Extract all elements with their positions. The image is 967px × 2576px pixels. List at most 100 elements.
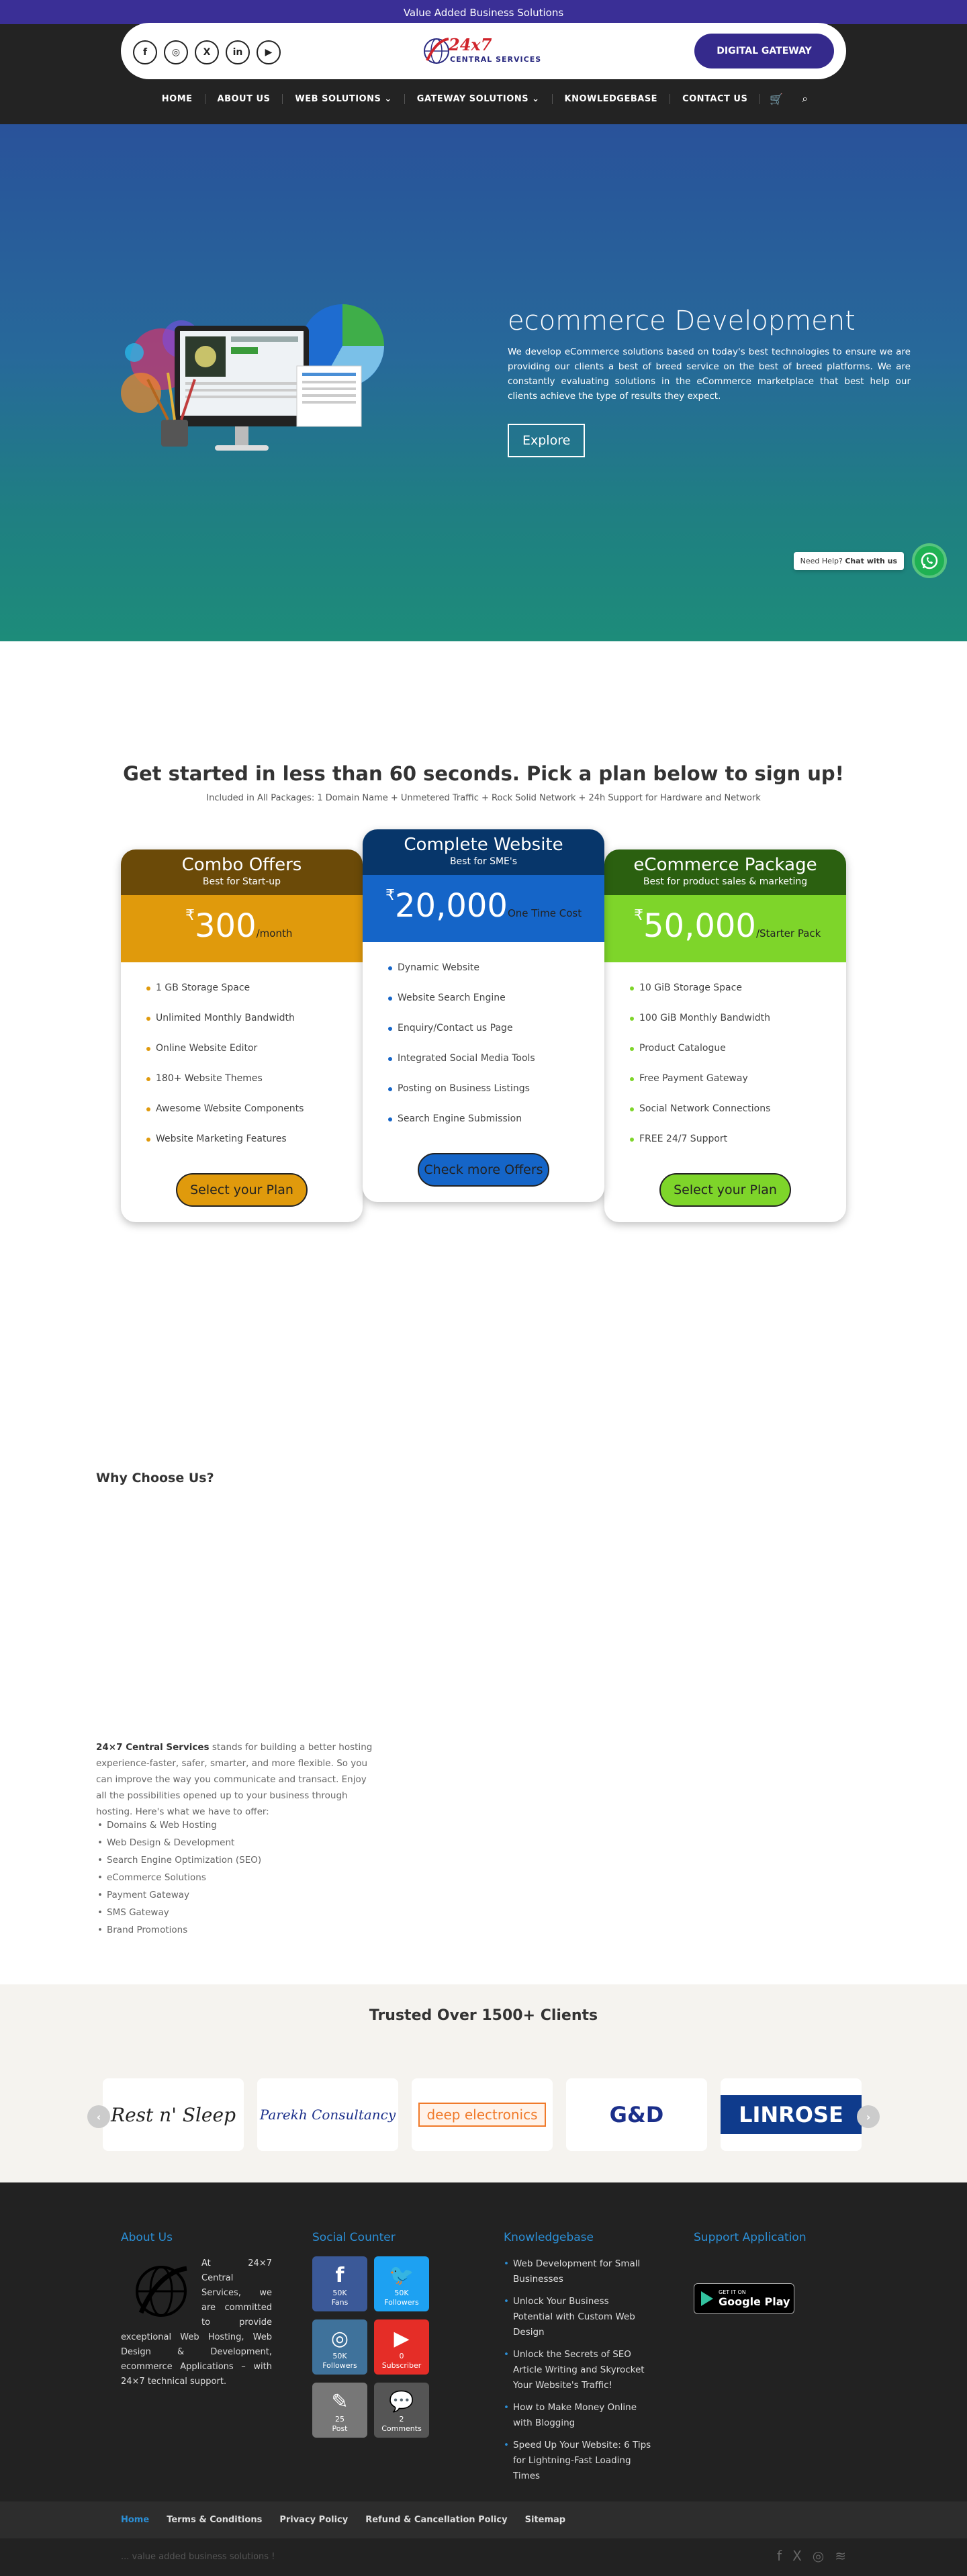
- select-plan-button[interactable]: Select your Plan: [659, 1173, 791, 1207]
- google-play-badge[interactable]: GET IT ON Google Play: [694, 2283, 794, 2314]
- plan-feature: Integrated Social Media Tools: [388, 1053, 604, 1083]
- footer-menu-bar: Home Terms & Conditions Privacy Policy R…: [0, 2501, 967, 2538]
- plan-tagline: Best for SME's: [449, 856, 518, 867]
- services-list: Domains & Web Hosting Web Design & Devel…: [96, 1820, 261, 1942]
- check-more-offers-button[interactable]: Check more Offers: [418, 1153, 549, 1187]
- x-icon[interactable]: X: [792, 2548, 802, 2564]
- footer-link-privacy[interactable]: Privacy Policy: [279, 2515, 348, 2525]
- service-item: Brand Promotions: [96, 1925, 261, 1942]
- footer-link-sitemap[interactable]: Sitemap: [525, 2515, 565, 2525]
- knowledgebase-link[interactable]: Unlock Your Business Potential with Cust…: [504, 2294, 651, 2340]
- counter-facebook[interactable]: f 50K Fans: [312, 2256, 367, 2311]
- linkedin-icon[interactable]: in: [226, 40, 250, 64]
- carousel-next-icon[interactable]: ›: [857, 2105, 880, 2128]
- counter-posts[interactable]: ✎ 25 Post: [312, 2383, 367, 2438]
- clients-title: Trusted Over 1500+ Clients: [369, 2007, 598, 2024]
- client-logo-text: G&D: [609, 2102, 664, 2127]
- client-logo-carousel: Rest n' Sleep Parekh Consultancy deep el…: [103, 2078, 862, 2151]
- why-intro: 24×7 Central Services stands for buildin…: [96, 1739, 378, 1820]
- knowledgebase-link[interactable]: Speed Up Your Website: 6 Tips for Lightn…: [504, 2438, 651, 2484]
- plan-header: Complete Website Best for SME's: [363, 829, 604, 875]
- footer-link-home[interactable]: Home: [121, 2515, 149, 2525]
- pricing-title: Get started in less than 60 seconds. Pic…: [123, 762, 844, 785]
- instagram-icon[interactable]: ◎: [164, 40, 188, 64]
- nav-gateway-solutions[interactable]: GATEWAY SOLUTIONS ⌄: [405, 93, 553, 104]
- footer-bottom-bar: ... value added business solutions ! f X…: [0, 2538, 967, 2576]
- search-icon[interactable]: ⌕: [792, 92, 817, 105]
- plan-feature: Dynamic Website: [388, 962, 604, 993]
- client-logo-gd-logistics[interactable]: G&D: [566, 2078, 707, 2151]
- chat-prefix: Need Help?: [800, 557, 843, 565]
- post-icon: ✎: [331, 2390, 349, 2413]
- client-logo-linrose[interactable]: LINROSE: [721, 2078, 862, 2151]
- nav-contact-us[interactable]: CONTACT US: [670, 93, 761, 104]
- plan-feature: Website Marketing Features: [146, 1134, 363, 1164]
- comments-icon: 💬: [389, 2390, 414, 2413]
- plan-card-ecommerce-package: eCommerce Package Best for product sales…: [604, 849, 846, 1222]
- nav-about-us[interactable]: ABOUT US: [205, 93, 283, 104]
- social-counter-grid: f 50K Fans 🐦 50K Followers ◎ 50K Followe…: [312, 2256, 429, 2438]
- counter-count: 2: [399, 2415, 404, 2424]
- explore-button[interactable]: Explore: [508, 424, 586, 457]
- client-logo-text: Rest n' Sleep: [110, 2103, 236, 2126]
- plan-features: 10 GiB Storage Space 100 GiB Monthly Ban…: [604, 962, 846, 1164]
- plan-header: Combo Offers Best for Start-up: [121, 849, 363, 895]
- rss-icon[interactable]: ≋: [835, 2548, 846, 2564]
- plan-feature: Search Engine Submission: [388, 1113, 604, 1144]
- why-title: Why Choose Us?: [96, 1471, 214, 1485]
- plan-feature: Free Payment Gateway: [630, 1073, 846, 1103]
- counter-instagram[interactable]: ◎ 50K Followers: [312, 2319, 367, 2375]
- digital-gateway-button[interactable]: DIGITAL GATEWAY: [694, 34, 834, 68]
- hero-content: ecommerce Development We develop eCommer…: [508, 306, 911, 457]
- select-plan-button[interactable]: Select your Plan: [176, 1173, 308, 1207]
- whatsapp-chat-button[interactable]: [912, 543, 947, 578]
- plan-feature: 180+ Website Themes: [146, 1073, 363, 1103]
- facebook-icon[interactable]: f: [777, 2548, 782, 2564]
- instagram-icon[interactable]: ◎: [813, 2548, 824, 2564]
- counter-youtube[interactable]: ▶ 0 Subscriber: [374, 2319, 429, 2375]
- knowledgebase-link[interactable]: Web Development for Small Businesses: [504, 2256, 651, 2287]
- knowledgebase-link[interactable]: Unlock the Secrets of SEO Article Writin…: [504, 2347, 651, 2393]
- pricing-section: Get started in less than 60 seconds. Pic…: [0, 641, 967, 1370]
- counter-label: Subscriber: [381, 2361, 422, 2370]
- main-nav: HOME ABOUT US WEB SOLUTIONS ⌄ GATEWAY SO…: [0, 92, 967, 105]
- footer-social-counter: Social Counter f 50K Fans 🐦 50K Follower…: [312, 2231, 429, 2438]
- x-icon[interactable]: X: [195, 40, 219, 64]
- knowledgebase-link[interactable]: How to Make Money Online with Blogging: [504, 2400, 651, 2431]
- carousel-prev-icon[interactable]: ‹: [87, 2105, 110, 2128]
- client-logo-rest-n-sleep[interactable]: Rest n' Sleep: [103, 2078, 244, 2151]
- footer-link-terms[interactable]: Terms & Conditions: [167, 2515, 262, 2525]
- site-logo[interactable]: 24x7 CENTRAL SERVICES: [422, 32, 556, 70]
- footer-menu: Home Terms & Conditions Privacy Policy R…: [121, 2515, 565, 2525]
- cart-icon[interactable]: 🛒: [760, 93, 792, 105]
- google-play-text: GET IT ON Google Play: [719, 2289, 790, 2308]
- nav-web-solutions[interactable]: WEB SOLUTIONS ⌄: [283, 93, 405, 104]
- client-logo-parekh-consultancy[interactable]: Parekh Consultancy: [257, 2078, 398, 2151]
- footer-support-app: Support Application GET IT ON Google Pla…: [694, 2231, 807, 2314]
- nav-knowledgebase[interactable]: KNOWLEDGEBASE: [553, 93, 671, 104]
- footer-about: About Us At 24×7 Central Services, we ar…: [121, 2231, 272, 2389]
- plan-header: eCommerce Package Best for product sales…: [604, 849, 846, 895]
- company-name: 24×7 Central Services: [96, 1742, 210, 1753]
- facebook-icon[interactable]: f: [133, 40, 157, 64]
- plan-feature: Social Network Connections: [630, 1103, 846, 1134]
- footer-about-text-wrap: At 24×7 Central Services, we are committ…: [121, 2256, 272, 2389]
- counter-twitter[interactable]: 🐦 50K Followers: [374, 2256, 429, 2311]
- google-play-small: GET IT ON: [719, 2289, 746, 2295]
- plan-features: Dynamic Website Website Search Engine En…: [363, 942, 604, 1144]
- google-play-big: Google Play: [719, 2295, 790, 2308]
- price-amount: 300: [195, 907, 257, 945]
- footer-link-refund[interactable]: Refund & Cancellation Policy: [365, 2515, 507, 2525]
- client-logo-deep-electronics[interactable]: deep electronics: [412, 2078, 553, 2151]
- service-item: SMS Gateway: [96, 1907, 261, 1925]
- chat-with-us-bubble[interactable]: Need Help? Chat with us: [793, 552, 904, 570]
- plan-card-combo-offers: Combo Offers Best for Start-up ₹300/mont…: [121, 849, 363, 1222]
- nav-home[interactable]: HOME: [150, 93, 205, 104]
- why-intro-text: stands for building a better hosting exp…: [96, 1742, 373, 1817]
- logo-text-24x7: 24x7: [449, 35, 492, 54]
- counter-label: Comments: [381, 2424, 422, 2433]
- knowledgebase-list: Web Development for Small Businesses Unl…: [504, 2256, 651, 2484]
- youtube-icon[interactable]: ▶: [257, 40, 281, 64]
- knowledgebase-title: Knowledgebase: [504, 2231, 594, 2244]
- counter-comments[interactable]: 💬 2 Comments: [374, 2383, 429, 2438]
